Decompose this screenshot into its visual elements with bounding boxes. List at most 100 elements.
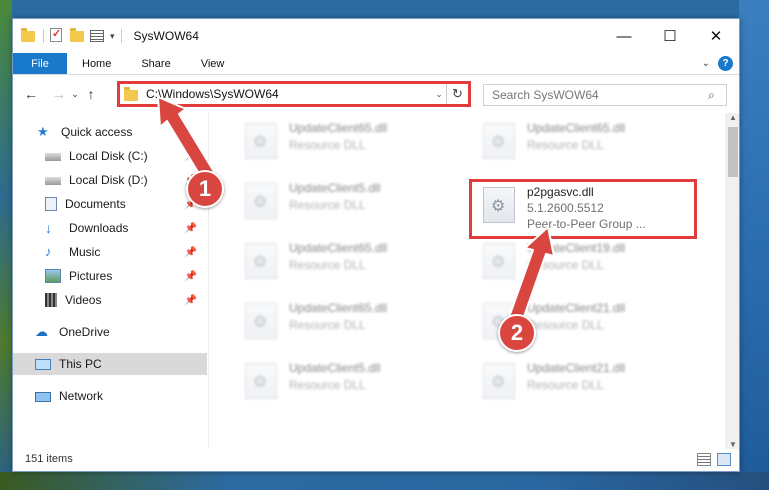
close-button[interactable]: ✕ bbox=[693, 19, 739, 53]
sidebar-item-onedrive[interactable]: ☁ OneDrive bbox=[35, 321, 207, 343]
details-view-icon[interactable] bbox=[697, 453, 711, 466]
list-item[interactable]: UpdateClient65.dll Resource DLL bbox=[245, 299, 455, 349]
help-button[interactable]: ? bbox=[718, 56, 733, 71]
dll-file-icon bbox=[245, 363, 277, 399]
tab-file[interactable]: File bbox=[13, 53, 67, 74]
address-path[interactable]: C:\Windows\SysWOW64 bbox=[146, 87, 432, 101]
sidebar-item-downloads[interactable]: ↓ Downloads 📌 bbox=[45, 217, 207, 239]
customize-toolbar-chevron-icon[interactable]: ▾ bbox=[110, 31, 115, 42]
properties-icon[interactable] bbox=[50, 27, 66, 44]
dll-file-icon bbox=[483, 123, 515, 159]
sidebar-item-label: Videos bbox=[65, 293, 102, 307]
layout-icon[interactable] bbox=[90, 28, 106, 44]
drive-icon bbox=[45, 177, 61, 185]
callout-2-badge: 2 bbox=[498, 314, 536, 352]
computer-icon bbox=[35, 359, 51, 370]
callout-1-badge: 1 bbox=[186, 170, 224, 208]
quick-access-toolbar: ▾ bbox=[13, 27, 124, 44]
list-item[interactable]: UpdateClient21.dll Resource DLL bbox=[483, 359, 693, 409]
desktop-background-left bbox=[0, 0, 12, 490]
title-bar[interactable]: ▾ SysWOW64 — ☐ ✕ bbox=[13, 19, 739, 53]
sidebar-item-documents[interactable]: Documents 📌 bbox=[45, 193, 207, 215]
list-item[interactable]: UpdateClient65.dll Resource DLL bbox=[245, 239, 455, 289]
file-name: UpdateClient21.dll bbox=[527, 301, 626, 315]
sidebar-item-label: Quick access bbox=[61, 125, 133, 139]
sidebar-item-quick-access[interactable]: ★ Quick access bbox=[37, 121, 207, 143]
sidebar-item-this-pc[interactable]: This PC bbox=[13, 353, 207, 375]
sidebar-item-label: This PC bbox=[59, 357, 102, 371]
download-icon: ↓ bbox=[45, 220, 52, 236]
list-item[interactable]: UpdateClient19.dll Resource DLL bbox=[483, 239, 693, 289]
search-icon[interactable]: ⌕ bbox=[708, 88, 726, 103]
up-arrow-icon[interactable]: ↑ bbox=[81, 86, 101, 102]
ribbon-right-controls: ⌄ ? bbox=[702, 56, 733, 71]
file-type: Resource DLL bbox=[527, 378, 604, 392]
file-type: Resource DLL bbox=[289, 198, 366, 212]
tab-view[interactable]: View bbox=[186, 53, 240, 74]
sidebar-item-label: Local Disk (C:) bbox=[69, 149, 148, 163]
file-type: Resource DLL bbox=[527, 318, 604, 332]
sidebar-item-label: Downloads bbox=[69, 221, 129, 235]
window-controls: — ☐ ✕ bbox=[601, 19, 739, 53]
tab-home[interactable]: Home bbox=[67, 53, 126, 74]
recent-locations-chevron-icon[interactable]: ⌄ bbox=[69, 89, 81, 100]
dll-file-icon bbox=[483, 363, 515, 399]
scroll-up-icon[interactable]: ▲ bbox=[725, 113, 739, 122]
drive-icon bbox=[45, 153, 61, 161]
large-icons-view-icon[interactable] bbox=[717, 453, 731, 466]
address-dropdown-chevron-icon[interactable]: ⌄ bbox=[432, 89, 446, 100]
sidebar-item-local-disk-d[interactable]: Local Disk (D:) 📌 bbox=[45, 169, 207, 191]
expand-ribbon-chevron-icon[interactable]: ⌄ bbox=[702, 58, 710, 69]
list-item[interactable]: UpdateClient65.dll Resource DLL bbox=[483, 119, 693, 169]
sidebar-item-label: Network bbox=[59, 389, 104, 403]
folder-icon bbox=[124, 86, 138, 101]
toolbar-divider bbox=[120, 29, 122, 43]
maximize-button[interactable]: ☐ bbox=[647, 19, 693, 53]
address-bar[interactable]: C:\Windows\SysWOW64 ⌄ ↻ bbox=[117, 81, 471, 107]
ribbon-tabs: File Home Share View ⌄ ? bbox=[13, 53, 739, 75]
documents-icon bbox=[45, 197, 57, 211]
sidebar-item-music[interactable]: ♪ Music 📌 bbox=[45, 241, 207, 263]
list-item[interactable]: UpdateClient5.dll Resource DLL bbox=[245, 179, 455, 229]
pin-icon: 📌 bbox=[184, 150, 197, 162]
dll-file-icon bbox=[245, 123, 277, 159]
cloud-icon: ☁ bbox=[35, 324, 48, 339]
dll-file-icon bbox=[245, 183, 277, 219]
sidebar-item-label: Music bbox=[69, 245, 101, 259]
sidebar-item-network[interactable]: Network bbox=[35, 385, 207, 407]
sidebar-item-local-disk-c[interactable]: Local Disk (C:) 📌 bbox=[45, 145, 207, 167]
new-folder-icon[interactable] bbox=[70, 28, 86, 44]
search-placeholder: Search SysWOW64 bbox=[492, 88, 599, 102]
sidebar-item-label: Pictures bbox=[69, 269, 113, 283]
file-name: UpdateClient19.dll bbox=[527, 241, 626, 255]
sidebar-item-videos[interactable]: Videos 📌 bbox=[45, 289, 207, 311]
refresh-icon[interactable]: ↻ bbox=[446, 84, 468, 104]
sidebar-item-label: Local Disk (D:) bbox=[69, 173, 148, 187]
forward-arrow-icon[interactable]: → bbox=[49, 86, 69, 102]
file-list: UpdateClient65.dll Resource DLL UpdateCl… bbox=[221, 113, 723, 449]
back-arrow-icon[interactable]: ← bbox=[21, 86, 41, 102]
file-name: UpdateClient65.dll bbox=[527, 121, 626, 135]
pin-icon: 📌 bbox=[184, 294, 197, 306]
highlight-box bbox=[469, 179, 697, 239]
search-input[interactable]: Search SysWOW64 ⌕ bbox=[483, 84, 727, 106]
list-item[interactable]: UpdateClient5.dll Resource DLL bbox=[245, 359, 455, 409]
file-name: UpdateClient5.dll bbox=[289, 361, 381, 375]
file-name: UpdateClient65.dll bbox=[289, 241, 388, 255]
file-type: Resource DLL bbox=[289, 318, 366, 332]
sidebar-item-pictures[interactable]: Pictures 📌 bbox=[45, 265, 207, 287]
navigation-pane: ★ Quick access Local Disk (C:) 📌 Local D… bbox=[13, 113, 209, 449]
pin-icon: 📌 bbox=[184, 270, 197, 282]
dll-file-icon bbox=[245, 243, 277, 279]
file-name: UpdateClient65.dll bbox=[289, 301, 388, 315]
minimize-button[interactable]: — bbox=[601, 19, 647, 53]
scrollbar-thumb[interactable] bbox=[728, 127, 738, 177]
vertical-scrollbar[interactable]: ▲ ▼ bbox=[725, 113, 739, 449]
desktop-background-bottom bbox=[0, 472, 769, 490]
network-icon bbox=[35, 392, 51, 402]
folder-icon bbox=[21, 28, 37, 44]
desktop-background-right bbox=[739, 0, 769, 490]
pictures-icon bbox=[45, 269, 61, 283]
tab-share[interactable]: Share bbox=[126, 53, 185, 74]
list-item[interactable]: UpdateClient65.dll Resource DLL bbox=[245, 119, 455, 169]
